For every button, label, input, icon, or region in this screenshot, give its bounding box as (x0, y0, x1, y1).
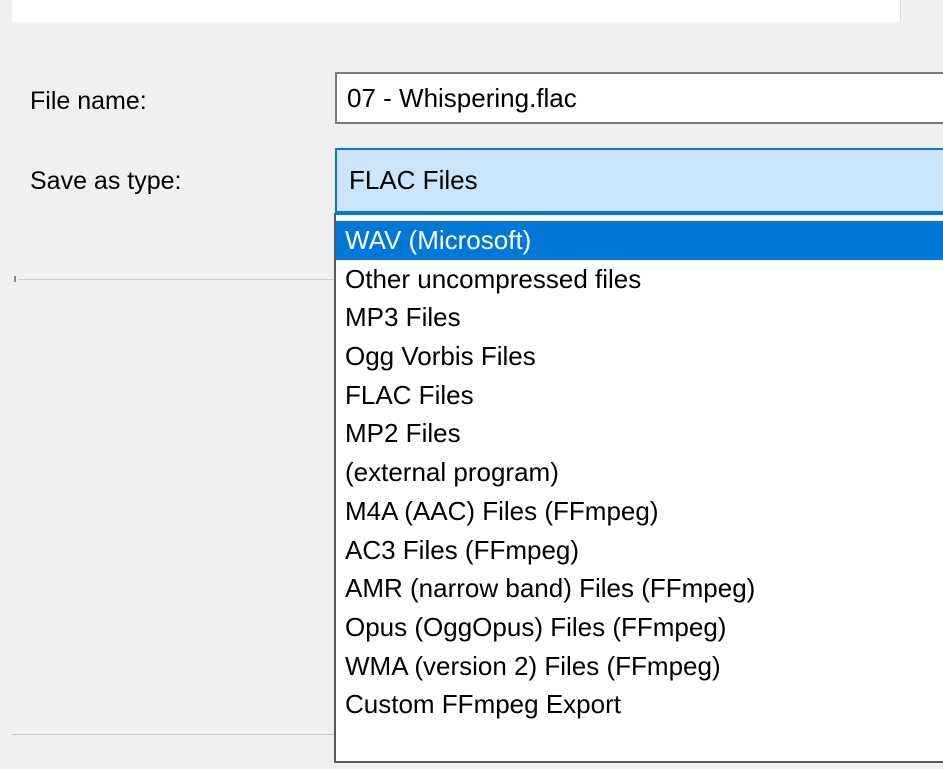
dropdown-option-flac[interactable]: FLAC Files (336, 376, 943, 415)
dropdown-option-mp2[interactable]: MP2 Files (336, 414, 943, 453)
dropdown-option-external-program[interactable]: (external program) (336, 453, 943, 492)
dropdown-option-wav-microsoft[interactable]: WAV (Microsoft) (336, 221, 943, 260)
dropdown-option-other-uncompressed[interactable]: Other uncompressed files (336, 260, 943, 299)
left-strip (0, 0, 12, 769)
dropdown-option-m4a-aac[interactable]: M4A (AAC) Files (FFmpeg) (336, 492, 943, 531)
top-panel (0, 0, 901, 22)
dropdown-option-ogg-vorbis[interactable]: Ogg Vorbis Files (336, 337, 943, 376)
save-as-type-label: Save as type: (30, 167, 182, 195)
dropdown-option-custom-ffmpeg[interactable]: Custom FFmpeg Export (336, 685, 943, 724)
dropdown-option-opus[interactable]: Opus (OggOpus) Files (FFmpeg) (336, 608, 943, 647)
file-name-label: File name: (30, 87, 147, 115)
save-as-type-combo[interactable]: FLAC Files (335, 148, 943, 213)
dropdown-option-amr-narrow-band[interactable]: AMR (narrow band) Files (FFmpeg) (336, 569, 943, 608)
separator (18, 279, 336, 280)
dropdown-option-mp3[interactable]: MP3 Files (336, 298, 943, 337)
save-as-type-dropdown[interactable]: WAV (Microsoft) Other uncompressed files… (334, 213, 943, 763)
dropdown-option-ac3[interactable]: AC3 Files (FFmpeg) (336, 531, 943, 570)
dropdown-option-wma-v2[interactable]: WMA (version 2) Files (FFmpeg) (336, 647, 943, 686)
file-name-input[interactable] (335, 72, 943, 124)
bottom-divider (12, 734, 336, 735)
separator-mark (14, 276, 16, 282)
